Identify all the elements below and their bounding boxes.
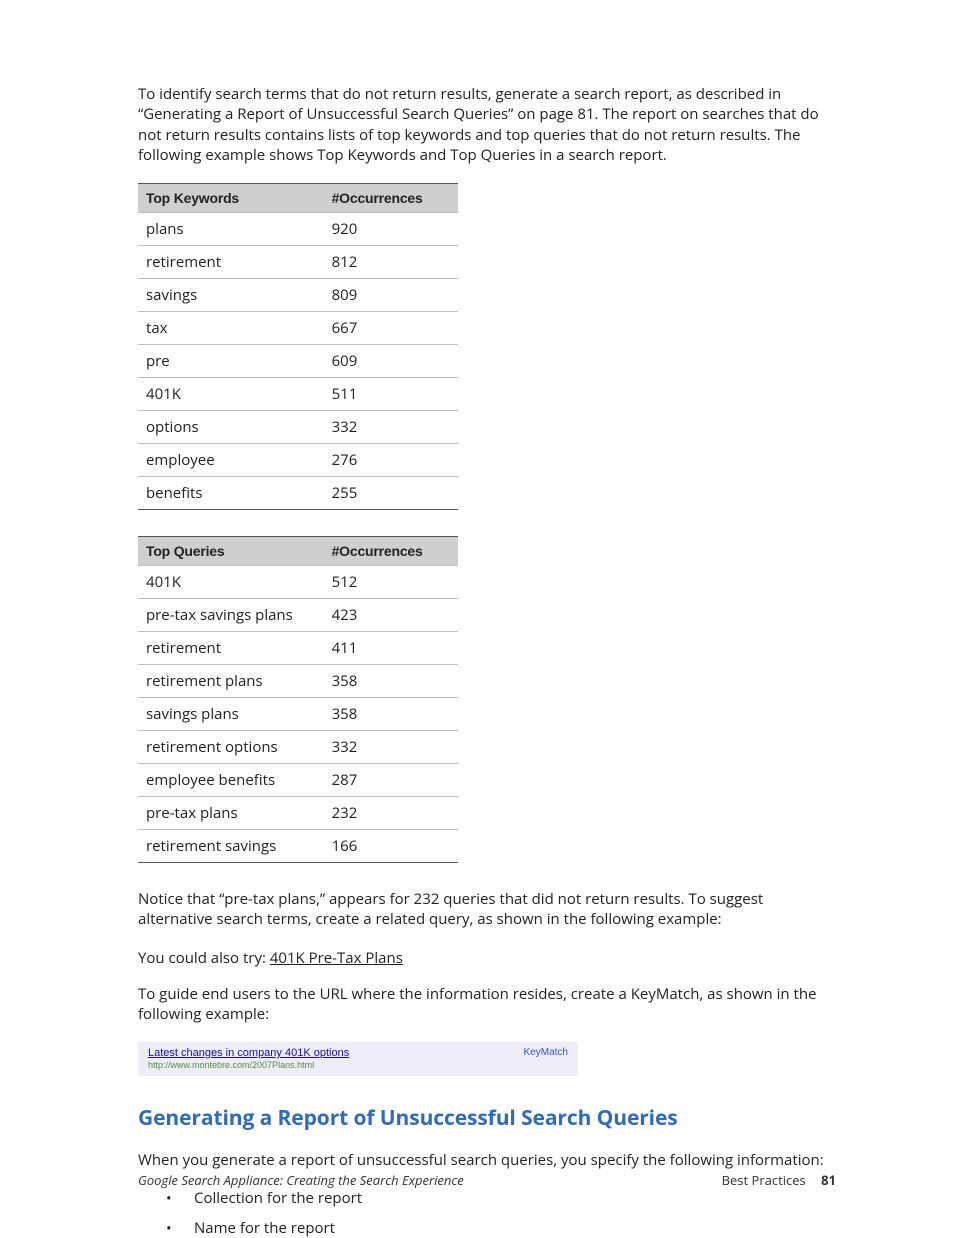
keymatch-example: Latest changes in company 401K options h…	[138, 1042, 578, 1076]
count-cell: 809	[324, 279, 458, 312]
term-cell: benefits	[138, 477, 324, 510]
count-cell: 232	[324, 797, 458, 830]
count-cell: 276	[324, 444, 458, 477]
footer-doc-title: Google Search Appliance: Creating the Se…	[138, 1171, 464, 1189]
term-cell: retirement plans	[138, 665, 324, 698]
count-cell: 512	[324, 566, 458, 599]
term-cell: pre-tax plans	[138, 797, 324, 830]
term-cell: tax	[138, 312, 324, 345]
table-row: plans920	[138, 213, 458, 246]
count-cell: 332	[324, 411, 458, 444]
notice-paragraph: Notice that “pre-tax plans,” appears for…	[138, 889, 836, 930]
list-item: Collection for the report	[166, 1188, 836, 1208]
term-cell: savings	[138, 279, 324, 312]
term-cell: retirement	[138, 632, 324, 665]
term-cell: employee	[138, 444, 324, 477]
count-cell: 287	[324, 764, 458, 797]
term-cell: pre-tax savings plans	[138, 599, 324, 632]
table-row: 401K512	[138, 566, 458, 599]
keymatch-title-link[interactable]: Latest changes in company 401K options	[148, 1047, 568, 1059]
table1-header-count: #Occurrences	[324, 184, 458, 213]
table2-header-term: Top Queries	[138, 537, 324, 566]
term-cell: options	[138, 411, 324, 444]
count-cell: 609	[324, 345, 458, 378]
table-row: savings809	[138, 279, 458, 312]
table-row: 401K511	[138, 378, 458, 411]
footer-right: Best Practices 81	[722, 1171, 836, 1189]
table-row: retirement plans358	[138, 665, 458, 698]
count-cell: 255	[324, 477, 458, 510]
try-prefix: You could also try:	[138, 948, 270, 968]
count-cell: 358	[324, 665, 458, 698]
term-cell: plans	[138, 213, 324, 246]
intro-paragraph: To identify search terms that do not ret…	[138, 84, 836, 165]
count-cell: 812	[324, 246, 458, 279]
term-cell: savings plans	[138, 698, 324, 731]
table-row: pre-tax plans232	[138, 797, 458, 830]
term-cell: pre	[138, 345, 324, 378]
footer-page-number: 81	[821, 1171, 836, 1189]
table-row: pre-tax savings plans423	[138, 599, 458, 632]
guide-paragraph: To guide end users to the URL where the …	[138, 984, 836, 1025]
term-cell: employee benefits	[138, 764, 324, 797]
keymatch-url: http://www.montebre.com/2007Plans.html	[148, 1060, 568, 1070]
footer-section-label: Best Practices	[722, 1171, 806, 1189]
bullet-list: Collection for the report Name for the re…	[166, 1188, 836, 1238]
table-row: options332	[138, 411, 458, 444]
try-link[interactable]: 401K Pre-Tax Plans	[270, 948, 403, 968]
table-row: benefits255	[138, 477, 458, 510]
count-cell: 358	[324, 698, 458, 731]
table2-body: 401K512pre-tax savings plans423retiremen…	[138, 566, 458, 863]
table-row: employee276	[138, 444, 458, 477]
table-row: retirement411	[138, 632, 458, 665]
table-row: employee benefits287	[138, 764, 458, 797]
keymatch-label: KeyMatch	[524, 1047, 568, 1058]
count-cell: 423	[324, 599, 458, 632]
count-cell: 332	[324, 731, 458, 764]
table1-header-term: Top Keywords	[138, 184, 324, 213]
count-cell: 511	[324, 378, 458, 411]
table-row: retirement812	[138, 246, 458, 279]
term-cell: retirement	[138, 246, 324, 279]
top-keywords-table: Top Keywords #Occurrences plans920retire…	[138, 183, 458, 510]
page-footer: Google Search Appliance: Creating the Se…	[138, 1171, 836, 1189]
table-row: retirement savings166	[138, 830, 458, 863]
table-row: savings plans358	[138, 698, 458, 731]
table-row: retirement options332	[138, 731, 458, 764]
table1-body: plans920retirement812savings809tax667pre…	[138, 213, 458, 510]
section-intro: When you generate a report of unsuccessf…	[138, 1150, 836, 1170]
count-cell: 667	[324, 312, 458, 345]
term-cell: 401K	[138, 566, 324, 599]
try-line: You could also try: 401K Pre-Tax Plans	[138, 948, 836, 968]
term-cell: retirement options	[138, 731, 324, 764]
section-heading: Generating a Report of Unsuccessful Sear…	[138, 1104, 836, 1132]
table-row: pre609	[138, 345, 458, 378]
table-row: tax667	[138, 312, 458, 345]
term-cell: 401K	[138, 378, 324, 411]
list-item: Name for the report	[166, 1218, 836, 1238]
count-cell: 166	[324, 830, 458, 863]
term-cell: retirement savings	[138, 830, 324, 863]
count-cell: 411	[324, 632, 458, 665]
top-queries-table: Top Queries #Occurrences 401K512pre-tax …	[138, 536, 458, 863]
count-cell: 920	[324, 213, 458, 246]
table2-header-count: #Occurrences	[324, 537, 458, 566]
